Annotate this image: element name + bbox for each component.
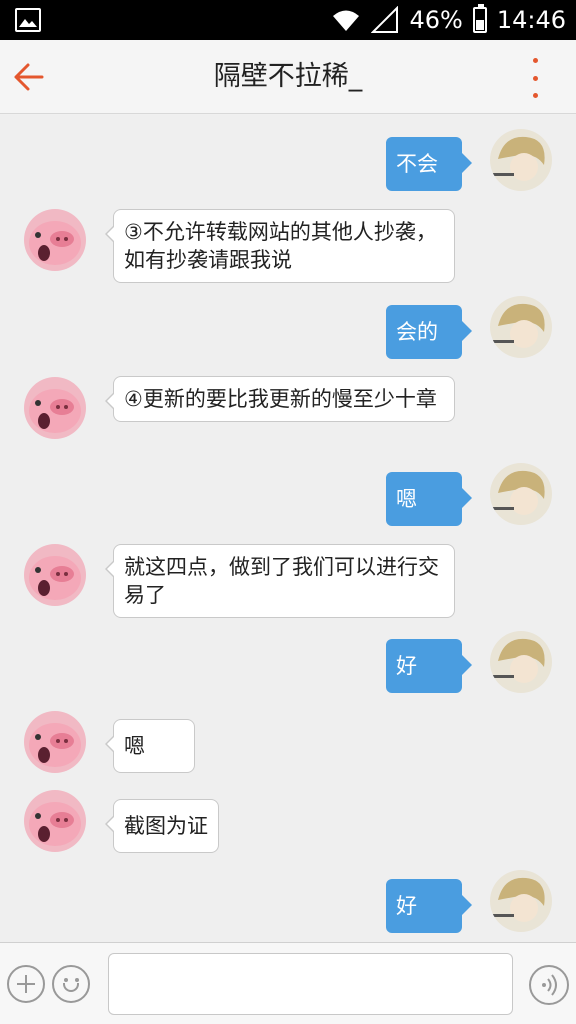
message-bubble-incoming[interactable]: 就这四点，做到了我们可以进行交易了 [105, 544, 455, 618]
contact-avatar[interactable] [24, 377, 86, 439]
my-avatar[interactable] [490, 129, 552, 191]
message-bubble-outgoing[interactable]: 会的 [386, 305, 472, 359]
more-vertical-icon[interactable] [530, 58, 540, 98]
my-avatar[interactable] [490, 296, 552, 358]
clock: 14:46 [496, 6, 566, 34]
message-list[interactable]: 不会 ③不允许转载网站的其他人抄袭，如有抄袭请跟我说 会的 ④更新的要比我更新的… [0, 115, 576, 942]
input-bar [0, 942, 576, 1024]
my-avatar[interactable] [490, 463, 552, 525]
message-bubble-incoming[interactable]: ③不允许转载网站的其他人抄袭，如有抄袭请跟我说 [105, 209, 455, 283]
contact-avatar[interactable] [24, 209, 86, 271]
chat-title: 隔壁不拉稀_ [213, 61, 363, 92]
message-bubble-outgoing[interactable]: 不会 [386, 137, 472, 191]
message-bubble-outgoing[interactable]: 好 [386, 879, 472, 933]
voice-icon[interactable] [529, 965, 569, 1005]
image-notification-icon [15, 8, 41, 32]
emoji-icon[interactable] [52, 965, 90, 1003]
contact-avatar[interactable] [24, 544, 86, 606]
plus-icon[interactable] [7, 965, 45, 1003]
contact-avatar[interactable] [24, 711, 86, 773]
message-bubble-incoming[interactable]: 截图为证 [105, 799, 219, 853]
message-bubble-incoming[interactable]: 嗯 [105, 719, 195, 773]
message-bubble-outgoing[interactable]: 嗯 [386, 472, 472, 526]
signal-icon [371, 6, 399, 33]
chat-header: 隔壁不拉稀_ [0, 40, 576, 114]
contact-avatar[interactable] [24, 790, 86, 852]
my-avatar[interactable] [490, 870, 552, 932]
message-input[interactable] [108, 953, 513, 1015]
my-avatar[interactable] [490, 631, 552, 693]
message-bubble-incoming[interactable]: ④更新的要比我更新的慢至少十章 [105, 376, 455, 422]
message-bubble-outgoing[interactable]: 好 [386, 639, 472, 693]
wifi-icon [333, 10, 360, 31]
battery-percent: 46% [409, 6, 463, 34]
battery-icon [472, 4, 487, 33]
status-bar: 46% 14:46 [0, 0, 576, 40]
